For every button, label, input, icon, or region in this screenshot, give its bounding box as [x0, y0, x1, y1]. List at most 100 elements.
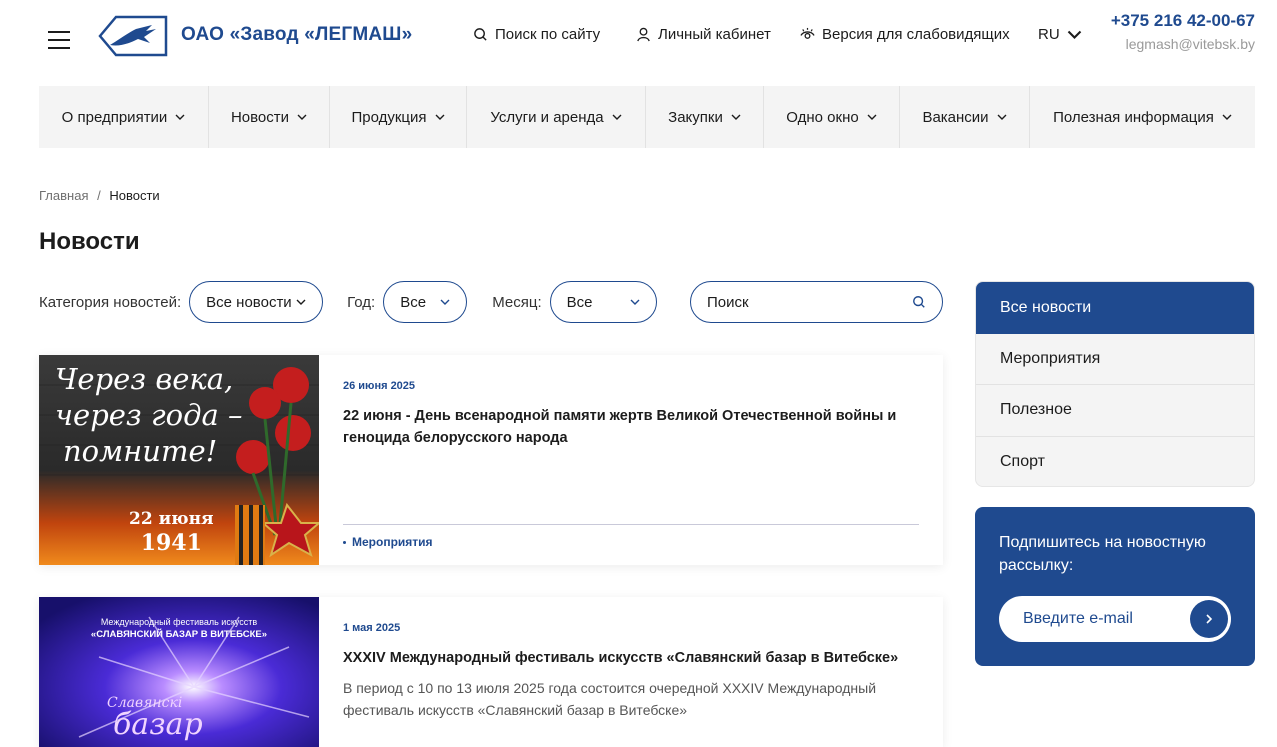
category-item-sport[interactable]: Спорт	[976, 437, 1254, 487]
nav-item-one-window[interactable]: Одно окно	[764, 86, 900, 148]
image-caption-line: помните!	[63, 434, 218, 468]
chevron-down-icon	[1222, 114, 1232, 120]
news-title[interactable]: 22 июня - День всенародной памяти жертв …	[343, 405, 913, 449]
nav-item-useful-info[interactable]: Полезная информация	[1030, 86, 1255, 148]
chevron-down-icon	[867, 114, 877, 120]
site-search-link[interactable]: Поиск по сайту	[473, 26, 600, 43]
user-icon	[637, 27, 650, 42]
breadcrumb-home[interactable]: Главная	[39, 188, 88, 203]
image-date-line: 22 июня	[129, 509, 214, 529]
nav-item-label: Вакансии	[922, 108, 989, 126]
chevron-down-icon	[440, 299, 450, 305]
subscribe-box: Подпишитесь на новостную рассылку:	[975, 507, 1255, 666]
chevron-down-icon	[296, 299, 306, 305]
eye-icon	[800, 27, 815, 39]
image-date-line: 1941	[140, 530, 202, 556]
site-header: ОАО «Завод «ЛЕГМАШ» Поиск по сайту Личны…	[0, 0, 1277, 80]
nav-item-label: Одно окно	[786, 108, 859, 126]
bullet-icon	[343, 540, 346, 544]
news-tag-label: Мероприятия	[352, 535, 433, 549]
chevron-down-icon	[175, 114, 185, 120]
main-nav: О предприятии Новости Продукция Услуги и…	[39, 86, 1255, 148]
image-caption-line: Через века,	[55, 362, 234, 396]
breadcrumb-separator: /	[97, 188, 101, 203]
category-item-all[interactable]: Все новости	[976, 282, 1254, 334]
subscribe-form	[999, 596, 1231, 642]
news-image[interactable]: Через века, через года – помните! 22 июн…	[39, 355, 319, 565]
year-filter-label: Год:	[347, 293, 376, 311]
news-card[interactable]: Через века, через года – помните! 22 июн…	[39, 355, 943, 565]
email-link[interactable]: legmash@vitebsk.by	[1126, 36, 1255, 52]
image-logo-line: базар	[113, 707, 203, 742]
news-card[interactable]: Международный фестиваль искусств «СЛАВЯН…	[39, 597, 943, 747]
year-select[interactable]: Все	[383, 281, 468, 323]
email-input[interactable]	[1023, 610, 1173, 628]
news-date: 26 июня 2025	[343, 380, 416, 392]
news-search-input[interactable]	[707, 293, 912, 311]
breadcrumb: Главная / Новости	[39, 188, 160, 203]
subscribe-button[interactable]	[1190, 600, 1228, 638]
chevron-down-icon	[630, 299, 640, 305]
month-select[interactable]: Все	[549, 281, 657, 323]
nav-item-vacancies[interactable]: Вакансии	[900, 86, 1030, 148]
account-link[interactable]: Личный кабинет	[636, 26, 771, 43]
image-caption-line: Международный фестиваль искусств	[100, 617, 258, 627]
image-caption-line: через года –	[55, 398, 243, 432]
category-item-useful[interactable]: Полезное	[976, 385, 1254, 437]
nav-item-news[interactable]: Новости	[209, 86, 330, 148]
chevron-down-icon	[997, 114, 1007, 120]
news-title[interactable]: XXXIV Международный фестиваль искусств «…	[343, 647, 913, 669]
breadcrumb-current: Новости	[109, 188, 160, 203]
month-select-value: Все	[566, 293, 593, 311]
nav-item-label: Закупки	[668, 108, 723, 126]
image-caption: Через века, через года – помните!	[55, 361, 242, 469]
category-list: Все новости Мероприятия Полезное Спорт	[975, 281, 1255, 487]
nav-item-label: О предприятии	[61, 108, 168, 126]
news-search	[690, 281, 943, 323]
search-icon[interactable]	[912, 295, 926, 309]
nav-item-label: Продукция	[351, 108, 427, 126]
phone-link[interactable]: +375 216 42-00-67	[1111, 11, 1255, 31]
chevron-down-icon	[731, 114, 741, 120]
news-tag[interactable]: Мероприятия	[343, 535, 433, 549]
subscribe-title: Подпишитесь на новостную рассылку:	[999, 534, 1206, 574]
nav-item-label: Новости	[230, 108, 290, 126]
news-filters: Категория новостей: Все новости Год: Все…	[39, 281, 657, 323]
language-label: RU	[1038, 26, 1060, 43]
accessibility-label: Версия для слабовидящих	[822, 26, 1010, 43]
nav-item-services[interactable]: Услуги и аренда	[467, 86, 646, 148]
news-description: В период с 10 по 13 июля 2025 года состо…	[343, 680, 877, 718]
category-select-value: Все новости	[206, 293, 292, 311]
divider	[343, 524, 919, 525]
nav-item-about[interactable]: О предприятии	[39, 86, 209, 148]
news-card-body: 26 июня 2025 22 июня - День всенародной …	[343, 355, 919, 565]
image-logo: Славянскі базар	[107, 695, 203, 742]
accessibility-link[interactable]: Версия для слабовидящих	[800, 26, 1010, 43]
brand-name[interactable]: ОАО «Завод «ЛЕГМАШ»	[181, 24, 412, 46]
category-select[interactable]: Все новости	[189, 281, 324, 323]
nav-item-label: Полезная информация	[1053, 108, 1214, 126]
news-card-body: 1 мая 2025 XXXIV Международный фестиваль…	[343, 597, 919, 747]
news-image[interactable]: Международный фестиваль искусств «СЛАВЯН…	[39, 597, 319, 747]
nav-item-label: Услуги и аренда	[490, 108, 604, 126]
year-select-value: Все	[400, 293, 427, 311]
logo-icon[interactable]	[98, 15, 168, 57]
image-date: 22 июня 1941	[129, 507, 214, 555]
image-caption-line: «СЛАВЯНСКИЙ БАЗАР В ВИТЕБСКЕ»	[90, 629, 268, 640]
chevron-down-icon	[297, 114, 307, 120]
chevron-down-icon	[435, 114, 445, 120]
chevron-down-icon	[612, 114, 622, 120]
chevron-right-icon	[1206, 614, 1213, 624]
chevron-down-icon	[1067, 30, 1081, 39]
menu-icon[interactable]	[48, 31, 70, 49]
search-icon	[474, 28, 487, 41]
image-caption: Международный фестиваль искусств «СЛАВЯН…	[39, 617, 319, 640]
site-search-label: Поиск по сайту	[495, 26, 601, 43]
category-item-events[interactable]: Мероприятия	[976, 334, 1254, 385]
nav-item-products[interactable]: Продукция	[330, 86, 467, 148]
language-selector[interactable]: RU	[1038, 26, 1082, 43]
news-date: 1 мая 2025	[343, 622, 401, 634]
nav-item-purchases[interactable]: Закупки	[646, 86, 764, 148]
page-title: Новости	[39, 228, 140, 255]
category-filter-label: Категория новостей:	[39, 293, 182, 311]
